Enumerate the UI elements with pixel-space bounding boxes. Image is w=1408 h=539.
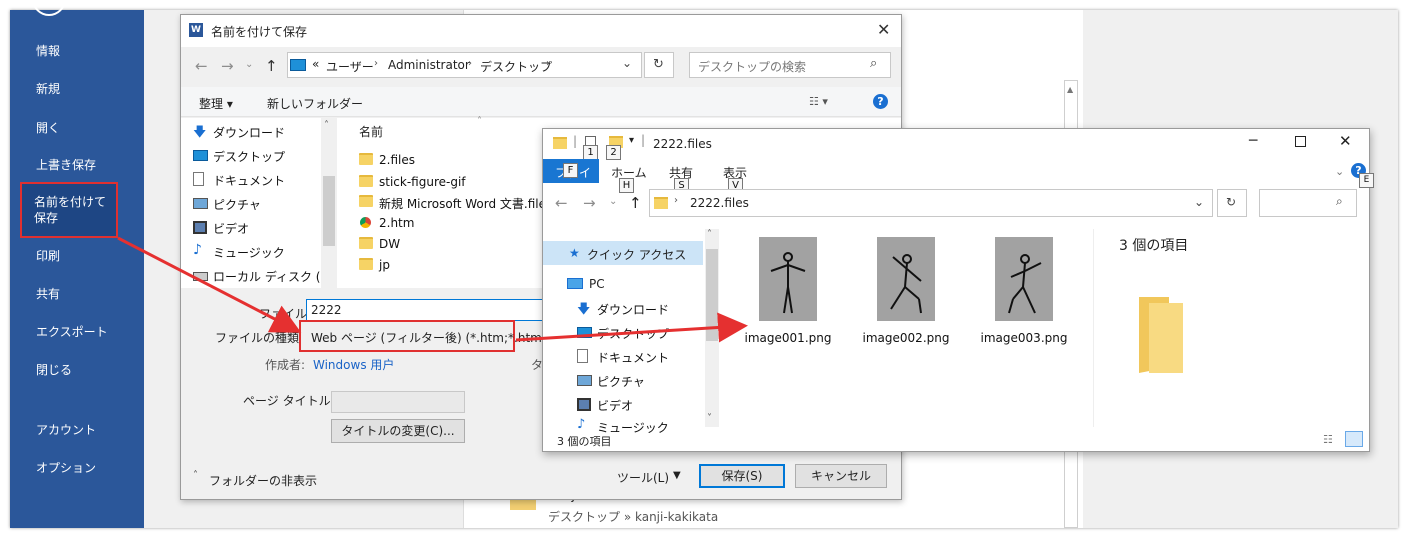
arrow-to-images (515, 312, 748, 343)
arrow-to-filetype (117, 236, 302, 333)
annotation-arrows (117, 236, 748, 343)
